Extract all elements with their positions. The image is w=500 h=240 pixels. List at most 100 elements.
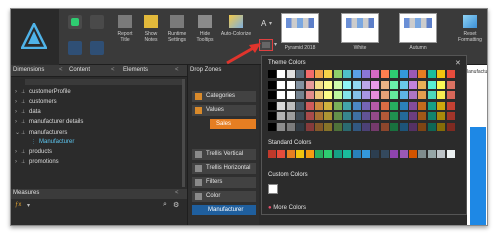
- chevron-left-icon[interactable]: <: [59, 67, 63, 73]
- theme-color-swatch[interactable]: [399, 91, 408, 99]
- drop-zone-values[interactable]: Values: [192, 105, 256, 116]
- standard-color-swatch[interactable]: [362, 150, 370, 158]
- theme-color-swatch[interactable]: [315, 70, 323, 78]
- theme-color-swatch[interactable]: [277, 122, 286, 131]
- standard-color-swatch[interactable]: [315, 150, 323, 158]
- theme-color-swatch[interactable]: [315, 101, 323, 110]
- standard-color-swatch[interactable]: [390, 150, 399, 158]
- theme-color-swatch[interactable]: [427, 122, 436, 131]
- drop-zone-color[interactable]: Color: [192, 191, 256, 202]
- tree-item[interactable]: › ⊥ customerProfile: [15, 89, 71, 99]
- tab-elements[interactable]: Elements: [123, 67, 148, 73]
- theme-color-swatch[interactable]: [333, 101, 342, 110]
- values-chip-sales[interactable]: Sales: [210, 119, 256, 129]
- theme-color-swatch[interactable]: [305, 91, 314, 99]
- theme-color-swatch[interactable]: [437, 101, 446, 110]
- theme-color-swatch[interactable]: [446, 101, 455, 110]
- theme-color-swatch[interactable]: [418, 70, 427, 78]
- standard-color-swatch[interactable]: [427, 150, 436, 158]
- theme-thumb-pyramid[interactable]: [281, 13, 319, 43]
- theme-color-swatch[interactable]: [390, 80, 399, 89]
- theme-color-swatch[interactable]: [362, 101, 370, 110]
- theme-color-swatch[interactable]: [399, 101, 408, 110]
- drop-zone-categories[interactable]: Categories: [192, 91, 256, 102]
- theme-color-swatch[interactable]: [268, 101, 276, 110]
- standard-color-swatch[interactable]: [333, 150, 342, 158]
- theme-color-swatch[interactable]: [268, 80, 276, 89]
- theme-color-swatch[interactable]: [324, 122, 333, 131]
- theme-color-swatch[interactable]: [371, 101, 380, 110]
- chevron-left-icon[interactable]: <: [175, 67, 179, 73]
- theme-color-swatch[interactable]: [362, 122, 370, 131]
- layout-button[interactable]: [90, 15, 104, 29]
- function-icon[interactable]: ƒx: [15, 202, 21, 208]
- settings-icon[interactable]: ⚙: [173, 201, 179, 209]
- theme-color-swatch[interactable]: [437, 112, 446, 120]
- theme-color-swatch[interactable]: [333, 91, 342, 99]
- theme-color-swatch[interactable]: [427, 80, 436, 89]
- theme-color-swatch[interactable]: [305, 122, 314, 131]
- theme-color-swatch[interactable]: [286, 112, 295, 120]
- theme-color-swatch[interactable]: [380, 70, 389, 78]
- search-icon[interactable]: ⌕: [163, 201, 167, 209]
- theme-color-swatch[interactable]: [286, 101, 295, 110]
- theme-color-swatch[interactable]: [352, 70, 361, 78]
- tree-item[interactable]: › ⊥ customers: [15, 99, 57, 109]
- theme-color-swatch[interactable]: [324, 70, 333, 78]
- theme-color-swatch[interactable]: [343, 112, 352, 120]
- theme-color-swatch[interactable]: [277, 91, 286, 99]
- theme-color-swatch[interactable]: [399, 122, 408, 131]
- theme-color-swatch[interactable]: [343, 91, 352, 99]
- standard-color-swatch[interactable]: [409, 150, 417, 158]
- theme-color-swatch[interactable]: [315, 80, 323, 89]
- theme-color-swatch[interactable]: [296, 122, 305, 131]
- theme-color-swatch[interactable]: [418, 112, 427, 120]
- standard-color-swatch[interactable]: [296, 150, 305, 158]
- theme-color-swatch[interactable]: [380, 80, 389, 89]
- theme-color-swatch[interactable]: [362, 70, 370, 78]
- theme-color-swatch[interactable]: [352, 101, 361, 110]
- drop-zone-filters[interactable]: Filters: [192, 177, 256, 188]
- standard-color-swatch[interactable]: [268, 150, 276, 158]
- hide-tooltips-button[interactable]: Hide Tooltips: [191, 13, 219, 57]
- theme-color-swatch[interactable]: [352, 122, 361, 131]
- theme-color-swatch[interactable]: [371, 80, 380, 89]
- standard-color-swatch[interactable]: [371, 150, 380, 158]
- theme-color-swatch[interactable]: [427, 91, 436, 99]
- theme-color-swatch[interactable]: [399, 80, 408, 89]
- standard-color-swatch[interactable]: [305, 150, 314, 158]
- theme-color-swatch[interactable]: [296, 112, 305, 120]
- theme-thumb-white[interactable]: [341, 13, 379, 43]
- theme-color-swatch[interactable]: [333, 112, 342, 120]
- theme-color-swatch[interactable]: [277, 112, 286, 120]
- standard-color-swatch[interactable]: [324, 150, 333, 158]
- theme-color-swatch[interactable]: [286, 91, 295, 99]
- layout-alt-button[interactable]: [90, 41, 104, 55]
- theme-color-swatch[interactable]: [343, 70, 352, 78]
- standard-color-swatch[interactable]: [277, 150, 286, 158]
- theme-color-swatch[interactable]: [437, 70, 446, 78]
- theme-color-swatch[interactable]: [418, 91, 427, 99]
- theme-color-swatch[interactable]: [446, 70, 455, 78]
- theme-color-swatch[interactable]: [333, 122, 342, 131]
- theme-color-swatch[interactable]: [343, 122, 352, 131]
- drop-zone-trellis-vertical[interactable]: Trellis Vertical: [192, 149, 256, 160]
- theme-color-swatch[interactable]: [277, 101, 286, 110]
- theme-color-swatch[interactable]: [437, 80, 446, 89]
- tree-item[interactable]: › ⊥ manufacturer details: [15, 119, 83, 129]
- theme-color-swatch[interactable]: [380, 91, 389, 99]
- theme-color-swatch[interactable]: [296, 80, 305, 89]
- more-colors-button[interactable]: ● More Colors: [268, 205, 306, 211]
- theme-color-swatch[interactable]: [286, 80, 295, 89]
- theme-color-swatch[interactable]: [418, 80, 427, 89]
- theme-color-swatch[interactable]: [390, 122, 399, 131]
- theme-color-swatch[interactable]: [446, 112, 455, 120]
- theme-color-swatch[interactable]: [362, 91, 370, 99]
- theme-color-swatch[interactable]: [343, 80, 352, 89]
- theme-color-swatch[interactable]: [409, 101, 417, 110]
- chevron-left-icon[interactable]: <: [111, 67, 115, 73]
- theme-color-swatch[interactable]: [418, 101, 427, 110]
- tree-item[interactable]: › ⊥ promotions: [15, 159, 59, 169]
- standard-color-swatch[interactable]: [437, 150, 446, 158]
- theme-color-swatch[interactable]: [380, 122, 389, 131]
